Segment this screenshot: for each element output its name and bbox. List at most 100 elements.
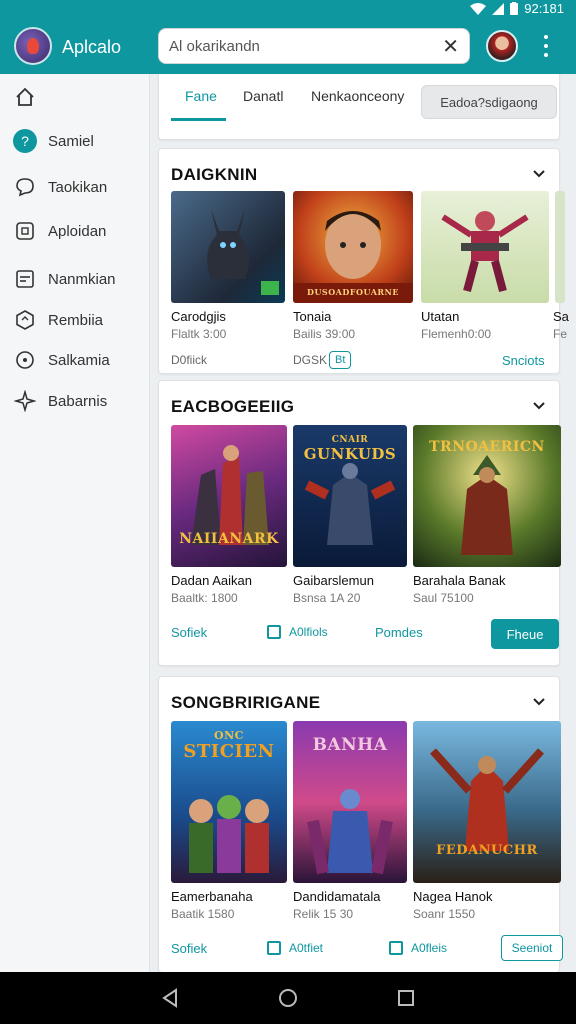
cover-badge: DUSOADFOUARNE — [307, 287, 399, 297]
home-icon — [12, 84, 38, 110]
game-name: Dadan Aaikan — [171, 573, 252, 588]
game-tile-1[interactable]: NAIIANARK — [171, 425, 287, 567]
game-tile-2[interactable]: DUSOADFOUARNE — [293, 191, 413, 303]
cover-title: GUNKUDS — [303, 445, 397, 463]
game-name: Carodgjis — [171, 309, 226, 324]
more-vert-icon[interactable] — [538, 32, 554, 60]
game-name: Eamerbanaha — [171, 889, 253, 904]
home-circle-icon[interactable] — [278, 988, 298, 1008]
game-name: Barahala Banak — [413, 573, 506, 588]
sidebar-item-label: Salkamia — [48, 351, 110, 369]
sidebar-item-babarnis[interactable]: Babarnis — [0, 383, 150, 419]
sidebar-item-samiel[interactable]: ? Samiel — [0, 123, 150, 159]
wifi-icon — [470, 2, 487, 15]
checkbox-label: A0lfiols — [289, 625, 328, 639]
search-input[interactable] — [169, 35, 429, 57]
checkbox[interactable] — [389, 941, 403, 955]
cover-title: BANHA — [312, 735, 388, 755]
game-name: Dandidamatala — [293, 889, 381, 904]
game-tile-1[interactable]: ONC STICIEN — [171, 721, 287, 883]
game-tile-4-partial[interactable] — [555, 191, 565, 303]
game-name: Gaibarslemun — [293, 573, 374, 588]
sidebar-item-taokikan[interactable]: Taokikan — [0, 169, 150, 205]
sidebar-item-label: Babarnis — [48, 392, 108, 410]
footer-tag: Bt — [329, 351, 352, 369]
signal-icon — [492, 2, 505, 15]
game-name: Tonaia — [293, 309, 332, 324]
game-meta: Bailis 39:00 — [293, 327, 356, 341]
list-icon — [12, 266, 38, 292]
checkbox[interactable] — [267, 941, 281, 955]
section-title: DAIGKNIN — [171, 165, 258, 184]
app-bar: Aplcalo ✕ — [0, 18, 576, 74]
footer-link[interactable]: Pomdes — [375, 625, 423, 640]
back-icon[interactable] — [160, 988, 180, 1008]
search-bar[interactable]: ✕ — [158, 28, 470, 64]
tab-fane[interactable]: Fane — [185, 88, 217, 104]
game-cover-art — [430, 748, 544, 851]
section-card-3: SONGBRIRIGANE ONC STICIEN BANHA FEDANUCH… — [158, 676, 563, 972]
cover-title: FEDANUCHR — [436, 843, 538, 858]
main-content: Fane Danatl Nenkaonceony Eadoa?sdigaong … — [150, 74, 576, 972]
game-name: Nagea Hanok — [413, 889, 493, 904]
tabs-card: Fane Danatl Nenkaonceony Eadoa?sdigaong — [158, 74, 560, 140]
footer-link[interactable]: Sofiek — [171, 941, 207, 956]
game-meta: Bsnsa 1A 20 — [293, 591, 361, 605]
sidebar-item-label: Nanmkian — [48, 270, 116, 288]
hexagon-icon — [12, 307, 38, 333]
system-nav-bar — [0, 972, 576, 1024]
sidebar-item-nanmkian[interactable]: Nanmkian — [0, 261, 150, 297]
user-avatar[interactable] — [486, 30, 518, 62]
cover-title: STICIEN — [183, 741, 275, 762]
section-card-1: DAIGKNIN DUSOADFOUARNE Carodgjis Flaltk … — [158, 148, 569, 374]
active-tab-indicator — [171, 118, 226, 121]
cover-title: TRNOAERICN — [429, 439, 545, 455]
sidebar-item-home[interactable] — [0, 79, 150, 115]
info-icon — [12, 347, 38, 373]
close-icon[interactable]: ✕ — [442, 34, 459, 59]
sidebar-item-salkamia[interactable]: Salkamia — [0, 342, 150, 378]
game-cover-art — [207, 209, 279, 295]
chat-icon — [12, 174, 38, 200]
game-meta: Flemenh0:00 — [421, 327, 492, 341]
checkbox-label: A0fleis — [411, 941, 448, 955]
game-tile-3[interactable]: FEDANUCHR — [413, 721, 561, 883]
app-title: Aplcalo — [62, 37, 122, 57]
secondary-button[interactable]: Seeniot — [501, 935, 563, 961]
checkbox-label: A0tfiet — [289, 941, 324, 955]
game-tile-1[interactable] — [171, 191, 285, 303]
game-tile-2[interactable]: BANHA — [293, 721, 407, 883]
app-icon — [12, 218, 38, 244]
sidebar-item-label: Samiel — [48, 132, 94, 150]
recents-icon[interactable] — [396, 988, 416, 1008]
sidebar-item-rembiia[interactable]: Rembiia — [0, 302, 150, 338]
checkbox[interactable] — [267, 625, 281, 639]
sidebar-item-label: Taokikan — [48, 178, 108, 196]
sidebar-item-aploidan[interactable]: Aploidan — [0, 213, 150, 249]
star-icon — [12, 388, 38, 414]
primary-button[interactable]: Fheue — [491, 619, 559, 649]
tab-nenkaonceony[interactable]: Nenkaonceony — [311, 88, 404, 104]
game-tile-3[interactable]: TRNOAERICN — [413, 425, 561, 567]
svg-text:?: ? — [21, 133, 29, 149]
game-meta: Flaltk 3:00 — [171, 327, 227, 341]
filter-button[interactable]: Eadoa?sdigaong — [421, 85, 557, 119]
game-meta: Soanr 1550 — [413, 907, 476, 921]
sidebar: ? Samiel Taokikan Aploidan Nanmkian Remb… — [0, 74, 150, 972]
game-cover-art — [441, 211, 529, 293]
chevron-down-icon[interactable] — [531, 166, 547, 182]
app-logo[interactable] — [14, 27, 52, 65]
footer-link[interactable]: Snciots — [502, 353, 545, 368]
game-tile-3[interactable] — [421, 191, 549, 303]
game-meta: Relik 15 30 — [293, 907, 354, 921]
status-time: 92:181 — [524, 1, 564, 16]
tab-danatl[interactable]: Danatl — [243, 88, 283, 104]
chevron-down-icon[interactable] — [531, 398, 547, 414]
footer-label: D0fiick — [171, 353, 208, 367]
footer-label: DGSK — [293, 353, 328, 367]
cover-title: NAIIANARK — [179, 531, 279, 547]
footer-link[interactable]: Sofiek — [171, 625, 207, 640]
chevron-down-icon[interactable] — [531, 694, 547, 710]
game-tile-2[interactable]: CNAIR GUNKUDS — [293, 425, 407, 567]
sidebar-item-label: Aploidan — [48, 222, 107, 240]
